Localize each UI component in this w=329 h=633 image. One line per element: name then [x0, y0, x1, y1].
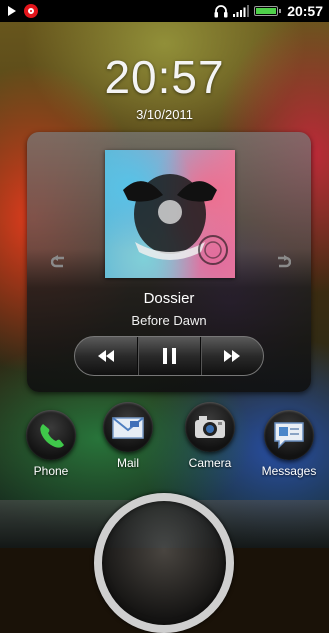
track-title: Dossier: [143, 290, 195, 307]
headset-icon: [214, 4, 228, 18]
dock-label-mail: Mail: [116, 456, 139, 470]
dock-phone[interactable]: Phone: [15, 410, 87, 478]
rewind-button[interactable]: [75, 337, 137, 375]
battery-icon: [254, 6, 282, 16]
play-icon: [8, 6, 16, 16]
camera-icon: [185, 402, 235, 452]
track-artist: Before Dawn: [131, 313, 207, 328]
dock-camera[interactable]: Camera: [174, 402, 246, 470]
dock-label-camera: Camera: [188, 456, 232, 470]
fast-forward-button[interactable]: [200, 337, 263, 375]
mail-icon: [103, 402, 153, 452]
dock-messages[interactable]: Messages: [253, 410, 325, 478]
lockscreen-clock: 20:57: [104, 51, 225, 103]
dock-mail[interactable]: Mail: [92, 402, 164, 470]
dock-label-messages: Messages: [261, 464, 317, 478]
music-widget: Dossier Before Dawn: [27, 132, 311, 392]
previous-track-arrow-icon[interactable]: [50, 254, 67, 273]
phone-icon: [26, 410, 76, 460]
pause-button[interactable]: [137, 337, 200, 375]
next-track-arrow-icon[interactable]: [275, 254, 292, 273]
rewind-icon: [98, 350, 114, 362]
status-bar-time: 20:57: [287, 3, 323, 19]
signal-icon: [233, 5, 250, 17]
lockscreen-date: 3/10/2011: [136, 107, 193, 122]
dock-label-phone: Phone: [33, 464, 69, 478]
album-art[interactable]: [105, 150, 235, 278]
pause-icon: [162, 348, 176, 364]
status-bar: 20:57: [0, 0, 329, 22]
playback-controls: [74, 336, 264, 376]
messages-icon: [264, 410, 314, 460]
album-crest-image: [123, 174, 228, 265]
fast-forward-icon: [224, 350, 240, 362]
beats-audio-icon: [24, 4, 38, 18]
unlock-ring[interactable]: [94, 493, 234, 633]
